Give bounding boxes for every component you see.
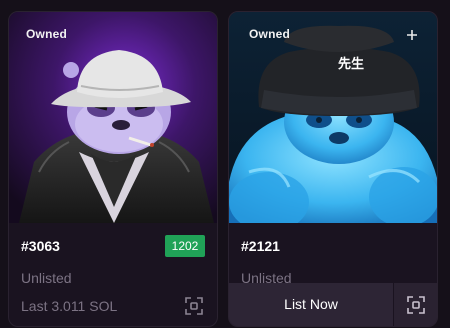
panda-artwork	[9, 12, 217, 223]
token-id: #2121	[241, 238, 280, 254]
expand-scan-button[interactable]	[394, 283, 437, 326]
expand-scan-icon[interactable]	[183, 295, 205, 317]
nft-image[interactable]: Owned	[9, 12, 217, 223]
nft-card-2121[interactable]: 先生 Owned #2121 Unlisted List Now	[228, 11, 438, 327]
owned-badge: Owned	[249, 27, 291, 41]
owned-badge: Owned	[26, 27, 68, 41]
rank-badge: 1202	[165, 235, 205, 257]
card-action-bar: List Now	[229, 283, 437, 326]
token-id: #3063	[21, 238, 60, 254]
listing-status: Unlisted	[21, 270, 72, 286]
list-now-button[interactable]: List Now	[229, 283, 393, 326]
expand-scan-icon[interactable]	[405, 294, 427, 316]
last-price: Last 3.011 SOL	[21, 298, 118, 314]
nft-card-grid: Owned #3063 1202 Unlisted Last 3.011 SOL	[0, 0, 450, 328]
plus-icon[interactable]	[405, 28, 419, 42]
nft-image[interactable]: 先生 Owned	[229, 12, 437, 223]
panda-artwork: 先生	[229, 12, 437, 223]
nft-card-3063[interactable]: Owned #3063 1202 Unlisted Last 3.011 SOL	[8, 11, 218, 327]
hat-text: 先生	[338, 56, 364, 72]
